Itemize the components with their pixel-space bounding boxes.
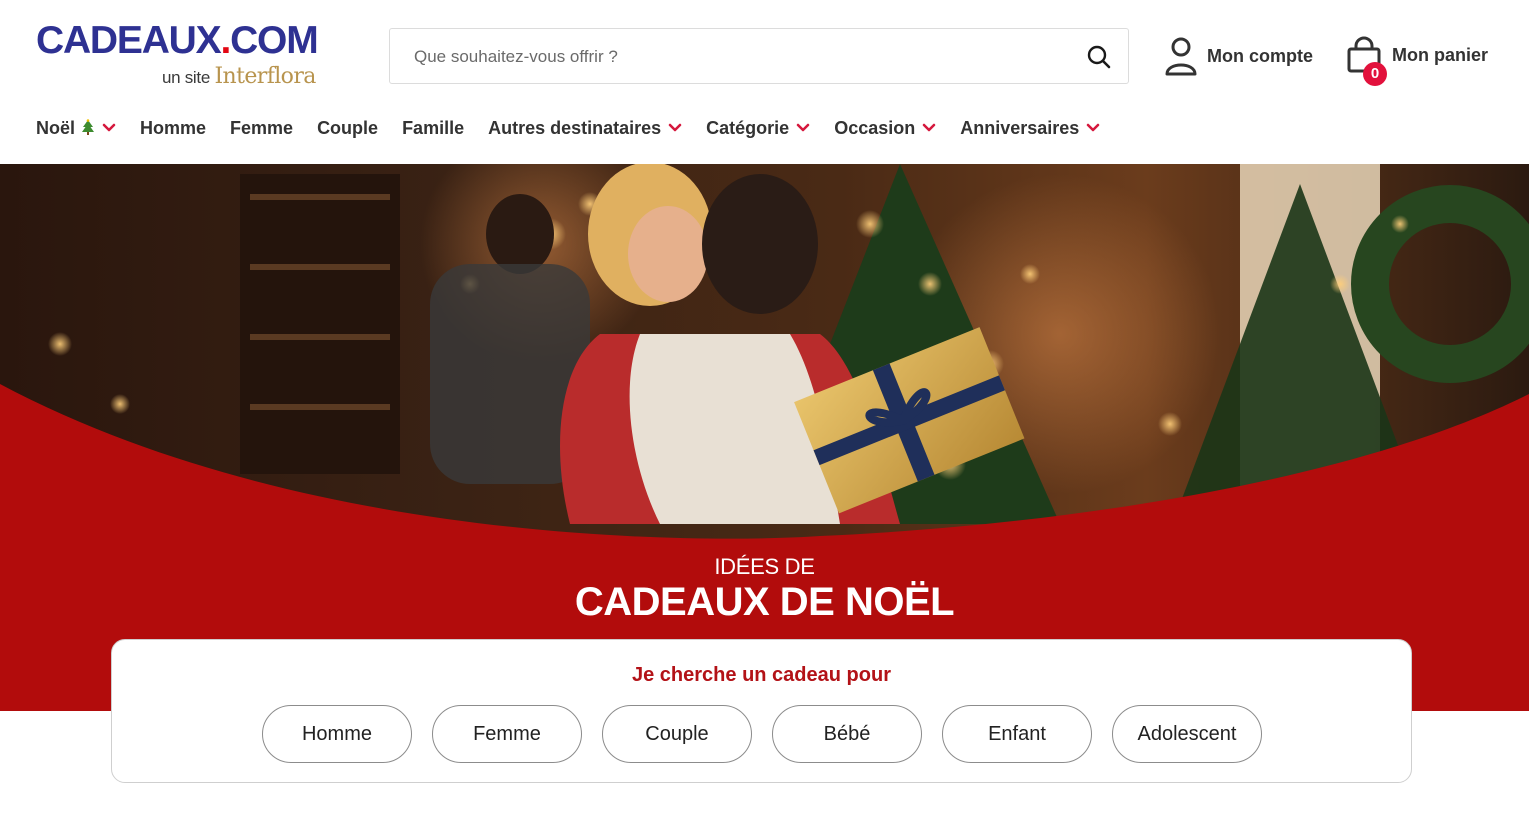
nav-item-occasion[interactable]: Occasion	[834, 118, 936, 139]
nav-item-label: Noël	[36, 117, 76, 138]
cart-label: Mon panier	[1392, 45, 1489, 65]
recipient-chip-homme[interactable]: Homme	[262, 705, 412, 763]
search-bar	[389, 28, 1129, 84]
nav-item-label: Autres destinataires	[488, 117, 662, 138]
chevron-down-icon	[1087, 123, 1100, 132]
nav-item-homme[interactable]: Homme	[140, 118, 206, 139]
nav-item-label: Couple	[317, 117, 379, 138]
nav-item-categorie[interactable]: Catégorie	[706, 118, 810, 139]
nav-item-label: Anniversaires	[960, 117, 1080, 138]
logo-wordmark: CADEAUX.COM	[36, 19, 319, 62]
account-label: Mon compte	[1207, 46, 1313, 66]
chevron-down-icon	[923, 123, 936, 132]
search-icon	[1087, 45, 1111, 69]
search-input[interactable]	[414, 43, 1054, 71]
nav-item-label: Catégorie	[706, 117, 790, 138]
nav-item-label: Famille	[402, 117, 465, 138]
gift-finder-title: Je cherche un cadeau pour	[632, 664, 891, 686]
gift-finder-card: Je cherche un cadeau pour Homme Femme Co…	[111, 639, 1412, 783]
nav-item-couple[interactable]: Couple	[317, 118, 378, 139]
search-button[interactable]	[1084, 42, 1114, 72]
site-header: CADEAUX.COM un site Interflora Mon compt…	[0, 0, 1529, 164]
user-icon	[1165, 37, 1197, 76]
nav-item-femme[interactable]: Femme	[230, 118, 293, 139]
recipient-options: Homme Femme Couple Bébé Enfant Adolescen…	[262, 705, 1282, 763]
chevron-down-icon	[796, 123, 810, 132]
nav-item-autres-destinataires[interactable]: Autres destinataires	[488, 118, 682, 139]
chevron-down-icon	[668, 123, 682, 132]
site-logo[interactable]: CADEAUX.COM un site Interflora	[36, 20, 336, 92]
nav-item-label: Homme	[140, 117, 207, 138]
christmas-tree-icon	[81, 118, 95, 138]
recipient-chip-femme[interactable]: Femme	[432, 705, 582, 763]
hero-photo	[0, 164, 1529, 711]
cart-count-badge: 0	[1363, 62, 1387, 86]
logo-tagline: un site Interflora	[162, 64, 316, 89]
hero-subtitle: IDÉES DE	[714, 554, 815, 579]
nav-item-label: Femme	[230, 117, 294, 138]
recipient-chip-bebe[interactable]: Bébé	[772, 705, 922, 763]
chevron-down-icon	[102, 123, 116, 132]
nav-item-label: Occasion	[834, 117, 916, 138]
hero-banner: IDÉES DE CADEAUX DE NOËL	[0, 164, 1529, 711]
recipient-chip-enfant[interactable]: Enfant	[942, 705, 1092, 763]
recipient-chip-adolescent[interactable]: Adolescent	[1112, 705, 1262, 763]
recipient-chip-couple[interactable]: Couple	[602, 705, 752, 763]
hero-title: CADEAUX DE NOËL	[574, 580, 955, 624]
nav-item-anniversaires[interactable]: Anniversaires	[960, 118, 1100, 139]
main-nav: Noël Homme Femme Couple Famille Autres d…	[36, 114, 1124, 142]
nav-item-noel[interactable]: Noël	[36, 118, 116, 139]
nav-item-famille[interactable]: Famille	[402, 118, 464, 139]
